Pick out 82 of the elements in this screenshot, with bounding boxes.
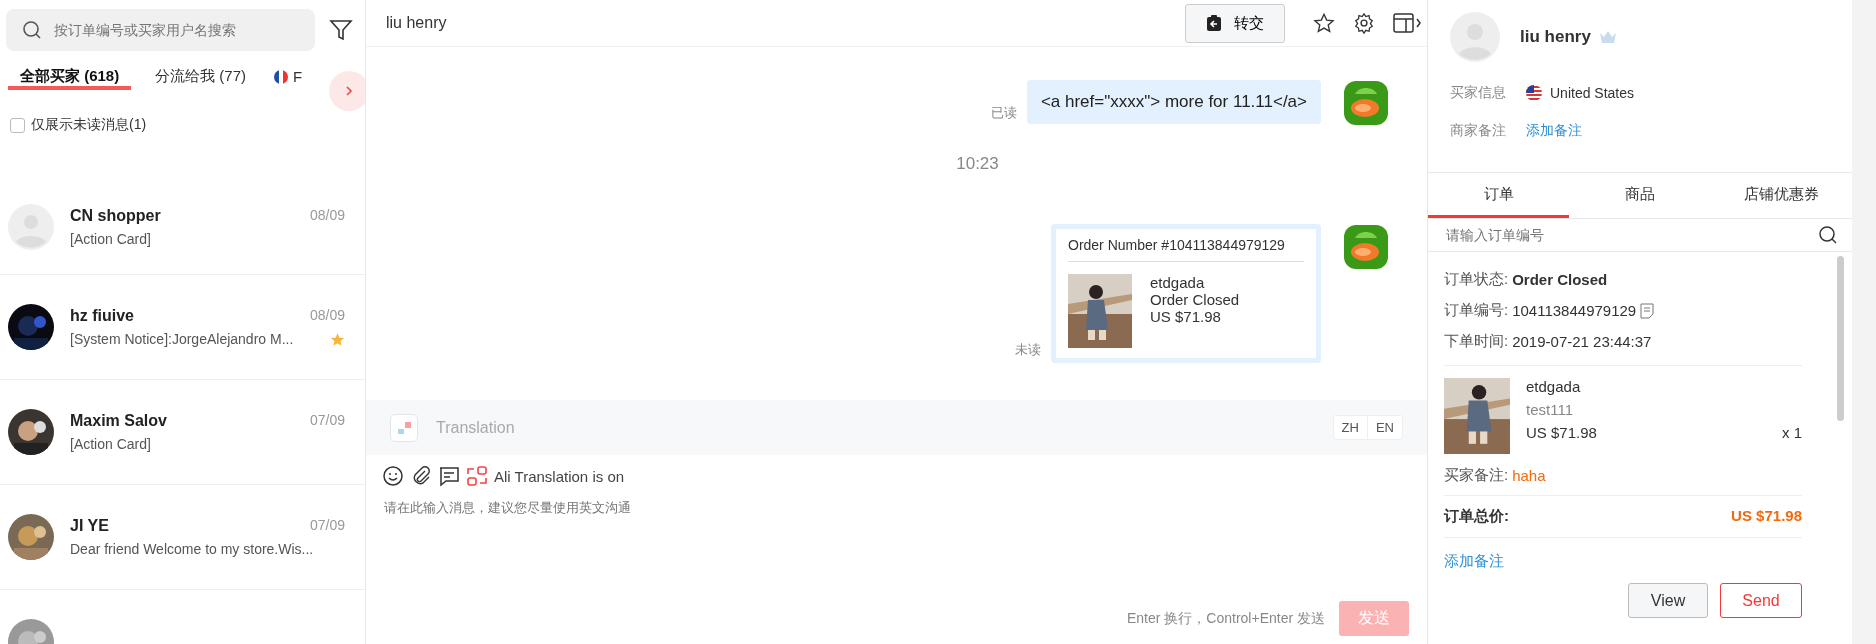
order-time: 2019-07-21 23:44:37 <box>1512 333 1652 350</box>
checkbox[interactable] <box>10 117 25 133</box>
field-label: 订单编号: <box>1444 301 1509 320</box>
add-note-link[interactable]: 添加备注 <box>1444 552 1504 571</box>
buyer-note: haha <box>1512 467 1546 484</box>
conversation-item[interactable]: JI YE 07/09 Dear friend Welcome to my store.Wis... <box>0 485 365 590</box>
message-input[interactable]: 请在此输入消息，建议您尽量使用英文沟通 <box>366 487 1427 601</box>
conversation-item[interactable]: Maxim Salov 07/09 [Action Card] <box>0 380 365 485</box>
message-preview: [Action Card] <box>70 436 151 452</box>
shortcut-hint: Enter 换行，Control+Enter 发送 <box>1127 609 1325 628</box>
buyer-tab[interactable]: 分流给我 (77) <box>141 67 261 90</box>
buyer-tab[interactable]: F <box>260 67 317 90</box>
buyer-name: hz fiuive <box>70 307 134 325</box>
product-price: US $71.98 <box>1526 424 1597 441</box>
total-label: 订单总价: <box>1444 507 1509 526</box>
scrollbar[interactable] <box>1837 256 1844 421</box>
search-field[interactable]: 按订单编号或买家用户名搜索 <box>6 9 315 51</box>
view-button[interactable]: View <box>1628 583 1708 618</box>
order-price: US $71.98 <box>1150 308 1222 325</box>
language-toggle[interactable]: ZH EN <box>1332 415 1403 440</box>
buyer-name: liu henry <box>1520 27 1591 47</box>
message-time: 10:23 <box>955 154 1000 174</box>
message-bubble: <a href="xxxx"> more for 11.11</a> <box>1026 80 1321 124</box>
chat-title: liu henry <box>386 14 448 32</box>
conversation-item[interactable]: CN shopper 08/09 [Action Card] <box>0 180 365 275</box>
buyer-name: JI YE <box>70 517 109 535</box>
quick-reply-icon[interactable] <box>438 465 460 487</box>
message-preview: Dear friend Welcome to my store.Wis... <box>70 541 314 557</box>
order-number: Order Number #104113844979129 <box>1068 237 1304 262</box>
send-order-button[interactable]: Send <box>1720 583 1802 618</box>
chevron-icon <box>344 85 354 97</box>
order-number: 104113844979129 <box>1512 302 1637 319</box>
field-label: 买家备注: <box>1444 466 1509 485</box>
crown-icon <box>1598 30 1617 44</box>
country: United States <box>1550 85 1635 101</box>
field-label: 下单时间: <box>1444 332 1509 351</box>
star-icon[interactable] <box>1313 12 1335 34</box>
field-label: 订单状态: <box>1444 270 1509 289</box>
order-status: Order Closed <box>1150 291 1240 308</box>
panel-tab[interactable]: 订单 <box>1428 173 1570 218</box>
search-icon <box>22 20 42 40</box>
buyer-tab[interactable]: 全部买家 (618) <box>8 67 132 90</box>
info-label: 买家信息 <box>1450 84 1506 102</box>
emoji-icon[interactable] <box>382 465 404 487</box>
quantity: x 1 <box>1782 424 1802 441</box>
filter-icon[interactable] <box>329 18 353 42</box>
product-name: etdgada <box>1150 274 1206 291</box>
copy-icon[interactable] <box>1640 302 1655 319</box>
clipboard-icon <box>1206 14 1222 32</box>
message-preview: [System Notice]:JorgeAlejandro M... <box>70 331 294 347</box>
conversation-date: 08/09 <box>309 307 345 325</box>
conversation-date: 07/09 <box>309 517 345 535</box>
translation-label: Translation <box>436 418 516 437</box>
checkbox-label: 仅展示未读消息(1) <box>31 116 147 134</box>
translate-icon <box>390 413 418 442</box>
message-preview: [Action Card] <box>70 231 151 247</box>
product-sku: test111 <box>1526 401 1574 418</box>
avatar-icon <box>8 204 54 250</box>
buyer-name: Maxim Salov <box>70 412 167 430</box>
panel-toggle-icon[interactable] <box>1393 12 1423 34</box>
note-label: 商家备注 <box>1450 122 1506 140</box>
translate-icon[interactable] <box>466 465 488 487</box>
flag-icon <box>1526 85 1542 101</box>
avatar-icon <box>1450 12 1500 62</box>
conversation-date: 07/09 <box>309 412 345 430</box>
conversation-date: 08/09 <box>309 207 345 225</box>
panel-tab[interactable]: 店铺优惠券 <box>1710 173 1852 218</box>
settings-icon[interactable] <box>1353 12 1375 34</box>
flag-icon <box>274 69 289 84</box>
panel-tab[interactable]: 商品 <box>1569 173 1711 218</box>
order-card[interactable]: Order Number #104113844979129 etdgada Order Closed US $71.98 <box>1051 224 1321 363</box>
order-status: Order Closed <box>1512 271 1608 288</box>
transfer-button[interactable]: 转交 <box>1185 3 1285 43</box>
buyer-name: CN shopper <box>70 207 161 225</box>
read-status: 未读 <box>1015 341 1041 359</box>
conversation-item[interactable]: hz fiuive 08/09 [System Notice]:JorgeAlejandro M... <box>0 275 365 380</box>
product-name: etdgada <box>1526 378 1582 395</box>
read-status: 已读 <box>990 104 1017 122</box>
search-icon <box>1818 225 1838 245</box>
total-price: US $71.98 <box>1731 507 1802 526</box>
translation-status: Ali Translation is on <box>494 467 625 485</box>
add-note-link[interactable]: 添加备注 <box>1526 122 1582 140</box>
